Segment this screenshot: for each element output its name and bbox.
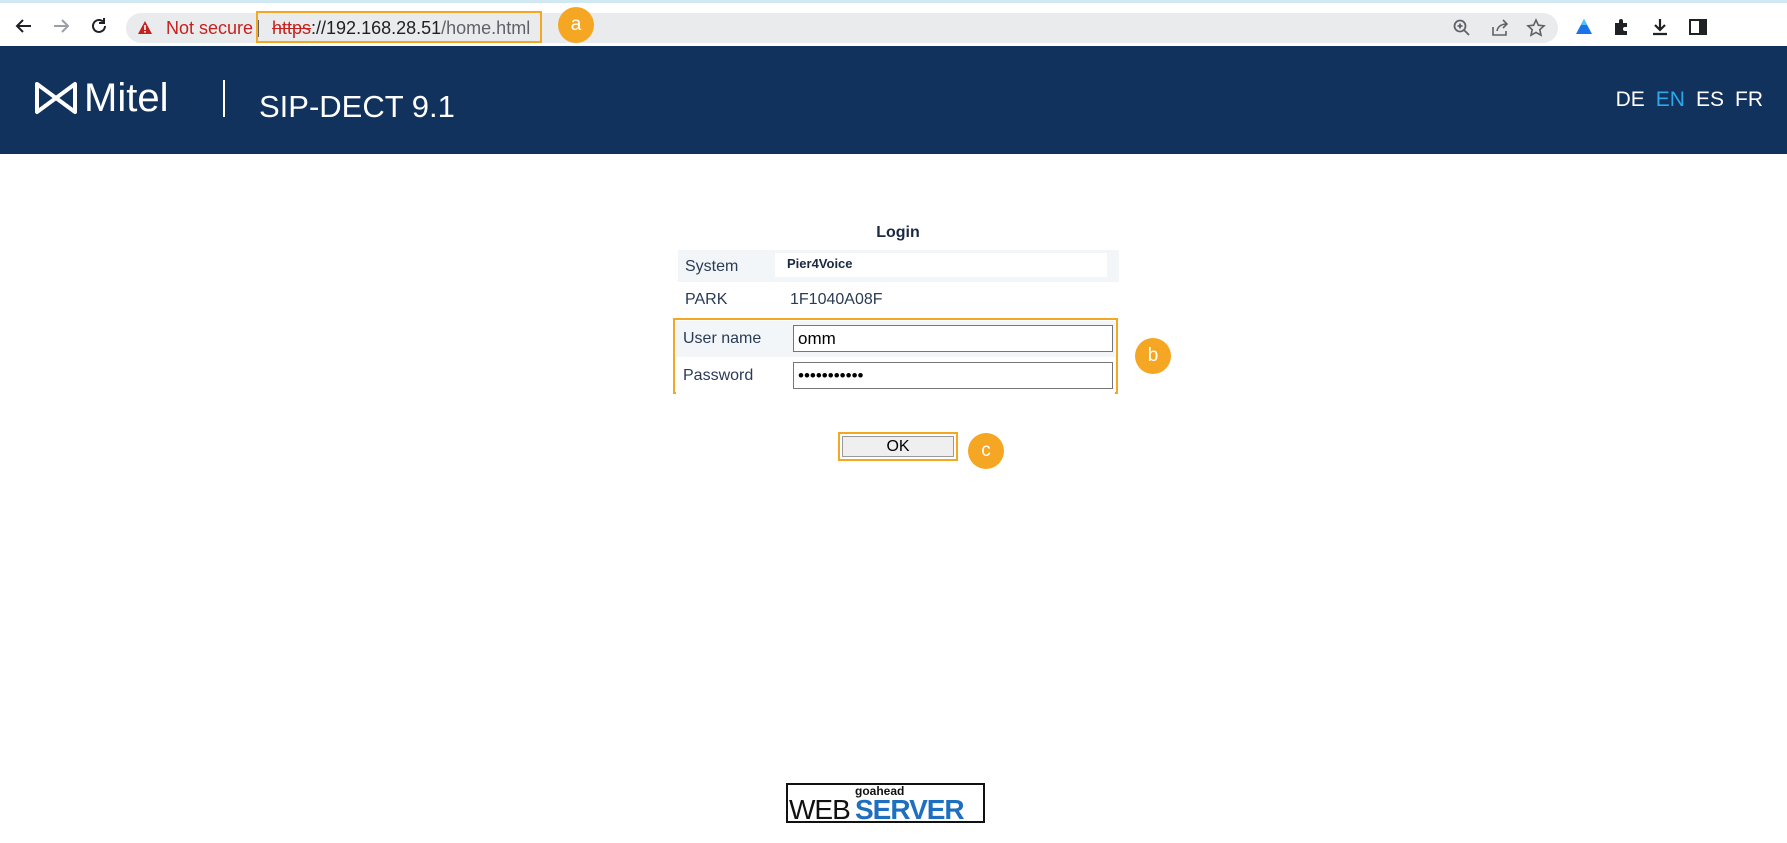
reload-icon[interactable] (86, 13, 112, 39)
system-label: System (685, 258, 739, 275)
park-value: 1F1040A08F (790, 291, 883, 308)
password-input[interactable] (793, 362, 1113, 389)
username-label: User name (683, 330, 762, 347)
lang-en[interactable]: EN (1656, 88, 1685, 112)
login-title: Login (876, 224, 920, 241)
browser-toolbar: Not secure https://192.168.28.51/home.ht… (0, 3, 1787, 46)
password-label: Password (683, 367, 754, 384)
park-row: PARK 1F1040A08F (678, 288, 1119, 312)
forward-arrow-icon[interactable] (48, 13, 74, 39)
annotation-badge-a: a (558, 7, 594, 43)
system-value-box: Pier4Voice (775, 253, 1107, 277)
drive-icon[interactable] (1573, 16, 1595, 38)
back-arrow-icon[interactable] (11, 13, 37, 39)
not-secure-label[interactable]: Not secure (166, 18, 253, 39)
ok-highlight-box: OK (838, 432, 958, 461)
ok-button[interactable]: OK (842, 436, 954, 457)
credentials-highlight-box: User name Password (673, 318, 1118, 394)
system-row: System Pier4Voice (678, 250, 1119, 282)
address-bar[interactable]: Not secure https://192.168.28.51/home.ht… (126, 11, 1558, 43)
zoom-icon[interactable] (1452, 18, 1472, 38)
share-icon[interactable] (1490, 18, 1510, 38)
mitel-logo: Mitel (34, 76, 168, 120)
puzzle-icon[interactable] (1611, 16, 1633, 38)
url-highlight-box: https://192.168.28.51/home.html (256, 11, 542, 43)
username-row: User name (676, 321, 1115, 357)
url-text[interactable]: https://192.168.28.51/home.html (272, 18, 530, 39)
download-icon[interactable] (1649, 16, 1671, 38)
url-path: /home.html (441, 18, 531, 38)
warning-icon (138, 21, 152, 34)
lang-de[interactable]: DE (1616, 88, 1645, 112)
url-host: ://192.168.28.51 (311, 18, 442, 38)
header-divider (223, 80, 225, 117)
url-scheme: https (272, 18, 312, 38)
password-row: Password (676, 358, 1115, 394)
product-title: SIP-DECT 9.1 (259, 89, 455, 124)
star-icon[interactable] (1526, 18, 1546, 38)
web-text: WEB (789, 794, 851, 825)
app-header: Mitel SIP-DECT 9.1 DE EN ES FR (0, 46, 1787, 154)
mitel-logo-icon (35, 82, 77, 114)
side-panel-icon[interactable] (1687, 16, 1709, 38)
annotation-badge-b: b (1135, 338, 1171, 374)
system-value: Pier4Voice (787, 256, 853, 271)
username-input[interactable] (793, 325, 1113, 352)
lang-fr[interactable]: FR (1735, 88, 1763, 112)
lang-es[interactable]: ES (1696, 88, 1724, 112)
annotation-badge-c: c (968, 433, 1004, 469)
logo-text: Mitel (84, 75, 169, 120)
language-switcher: DE EN ES FR (1616, 88, 1763, 112)
goahead-webserver-logo: goahead WEB SERVER (786, 783, 985, 825)
park-label: PARK (685, 291, 728, 308)
server-text: SERVER (855, 794, 965, 825)
